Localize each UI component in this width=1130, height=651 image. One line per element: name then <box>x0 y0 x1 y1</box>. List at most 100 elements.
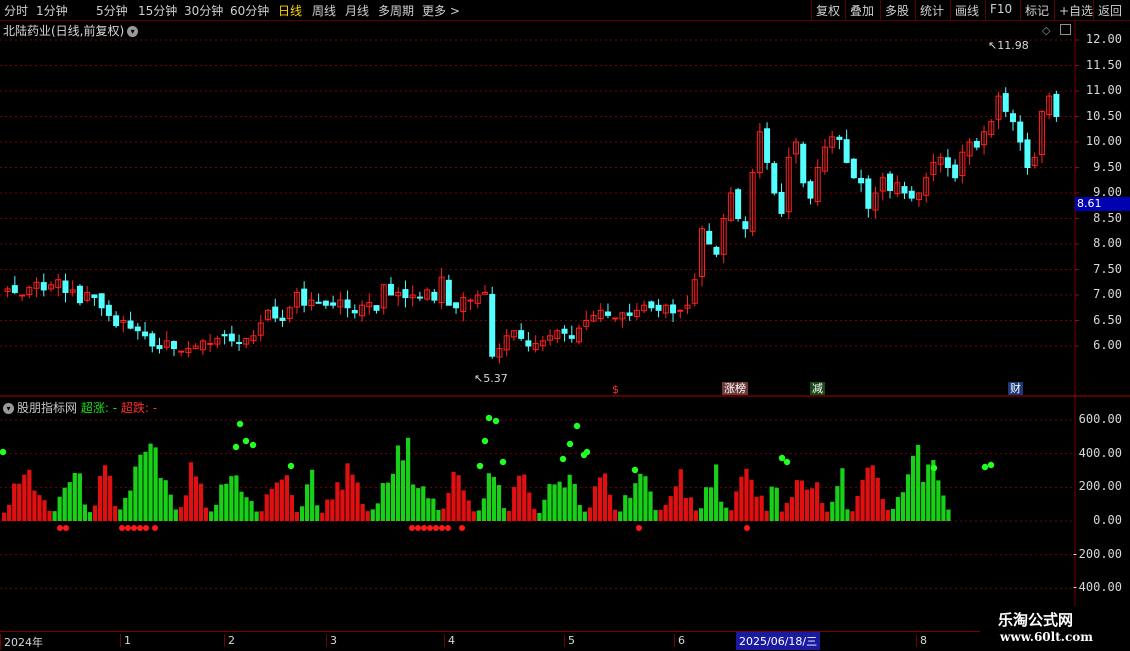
signal-dot-green <box>783 458 791 466</box>
price-tick-label: 7.50 <box>1093 261 1122 276</box>
indicator-bar <box>173 509 178 521</box>
indicator-bar <box>941 495 946 521</box>
candle-body <box>453 302 460 309</box>
signal-dot-red <box>636 525 642 531</box>
indicator-bar <box>315 505 320 521</box>
candle-body <box>1002 93 1009 112</box>
indicator-bar <box>789 497 794 521</box>
signal-dot-red <box>415 525 421 531</box>
period-tab-fenshi[interactable]: 分时 <box>4 2 28 19</box>
indicator-bar <box>557 481 562 521</box>
period-tab-1min[interactable]: 1分钟 <box>36 2 68 19</box>
price-tick-label: 6.00 <box>1093 338 1122 352</box>
mark-button[interactable]: 标记 <box>1020 0 1053 20</box>
indicator-bar <box>335 482 340 521</box>
price-tick-label: 8.00 <box>1093 236 1122 250</box>
indicator-bar <box>613 509 618 521</box>
candle-body <box>764 128 771 163</box>
indicator-bar <box>865 467 870 521</box>
indicator-bar <box>128 490 133 521</box>
candle-body <box>387 283 394 296</box>
candle-body <box>858 177 865 184</box>
indicator-bar <box>643 476 648 521</box>
signal-dot-red <box>445 525 451 531</box>
candle-body <box>170 341 177 350</box>
candle-body <box>134 326 141 332</box>
indicator-bar <box>870 465 875 521</box>
period-tab-60min[interactable]: 60分钟 <box>230 2 269 19</box>
indicator-bar <box>608 494 613 521</box>
candle-body <box>228 333 235 342</box>
candle-body <box>604 311 611 316</box>
candlestick-chart[interactable] <box>0 21 1130 397</box>
indicator-bar <box>471 511 476 521</box>
overlay-button[interactable]: 叠加 <box>845 0 878 20</box>
candle-body <box>648 301 655 309</box>
add-watchlist-button[interactable]: +自选 <box>1054 0 1097 20</box>
indicator-bar <box>87 512 93 521</box>
period-tab-day[interactable]: 日线 <box>278 2 302 19</box>
signal-dot-red <box>125 525 131 531</box>
event-marker-finance[interactable]: 财 <box>1008 382 1023 395</box>
indicator-bar <box>370 509 375 521</box>
signal-dot-red <box>143 525 149 531</box>
indicator-bar <box>456 475 461 521</box>
indicator-bar <box>547 484 552 521</box>
price-tick-label: 6.50 <box>1093 312 1122 327</box>
candle-body <box>1009 113 1016 123</box>
candle-body <box>1053 93 1060 117</box>
indicator-bar <box>178 507 183 521</box>
indicator-bar <box>481 498 486 521</box>
candle-body <box>561 328 568 334</box>
indicator-bar <box>37 495 42 521</box>
indicator-bar <box>274 482 279 521</box>
candle-body <box>1024 139 1031 169</box>
indicator-bar <box>214 504 219 521</box>
back-button[interactable]: 返回 <box>1093 0 1126 20</box>
indicator-bar <box>653 510 658 521</box>
f10-button[interactable]: F10 <box>985 0 1016 20</box>
indicator-bar <box>239 491 244 521</box>
indicator-bar <box>663 504 668 521</box>
draw-line-button[interactable]: 画线 <box>950 0 983 20</box>
indicator-bar <box>744 468 749 521</box>
candle-body <box>908 190 915 199</box>
multi-stock-button[interactable]: 多股 <box>880 0 913 20</box>
price-tick-label: 11.50 <box>1085 57 1122 72</box>
candle-body <box>279 317 286 322</box>
period-tab-30min[interactable]: 30分钟 <box>184 2 223 19</box>
period-tab-more[interactable]: 更多 > <box>422 2 460 19</box>
stats-button[interactable]: 统计 <box>915 0 948 20</box>
indicator-bar <box>42 500 47 521</box>
signal-dot-green <box>0 448 7 456</box>
indicator-tick-label: 0.00 <box>1093 513 1122 527</box>
indicator-bar <box>204 507 209 521</box>
period-tab-month[interactable]: 月线 <box>345 2 369 19</box>
event-marker-top-gainer[interactable]: 涨榜 <box>722 382 748 395</box>
indicator-bar <box>890 508 895 521</box>
candle-body <box>431 291 438 301</box>
indicator-bar <box>703 487 709 521</box>
indicator-bar <box>916 444 921 521</box>
period-tab-15min[interactable]: 15分钟 <box>138 2 177 19</box>
event-marker-dollar[interactable]: $ <box>610 383 621 396</box>
date-label: 2 <box>224 634 235 647</box>
indicator-tick-label: 600.00 <box>1078 412 1122 426</box>
indicator-chart[interactable] <box>0 397 1130 631</box>
indicator-bar <box>441 508 446 521</box>
candle-body <box>113 315 120 327</box>
candle-body <box>778 191 785 214</box>
fuquan-button[interactable]: 复权 <box>811 0 844 20</box>
indicator-bar <box>693 510 699 521</box>
candle-body <box>445 279 452 306</box>
period-tab-5min[interactable]: 5分钟 <box>96 2 128 19</box>
period-tab-week[interactable]: 周线 <box>312 2 336 19</box>
indicator-bar <box>648 491 653 521</box>
signal-dot-green <box>981 463 989 471</box>
period-tab-multi[interactable]: 多周期 <box>378 2 414 19</box>
event-marker-reduce[interactable]: 减 <box>810 382 825 395</box>
indicator-bar <box>97 475 103 521</box>
indicator-bar <box>416 488 421 521</box>
indicator-bar <box>305 484 310 521</box>
indicator-bar <box>299 506 305 521</box>
